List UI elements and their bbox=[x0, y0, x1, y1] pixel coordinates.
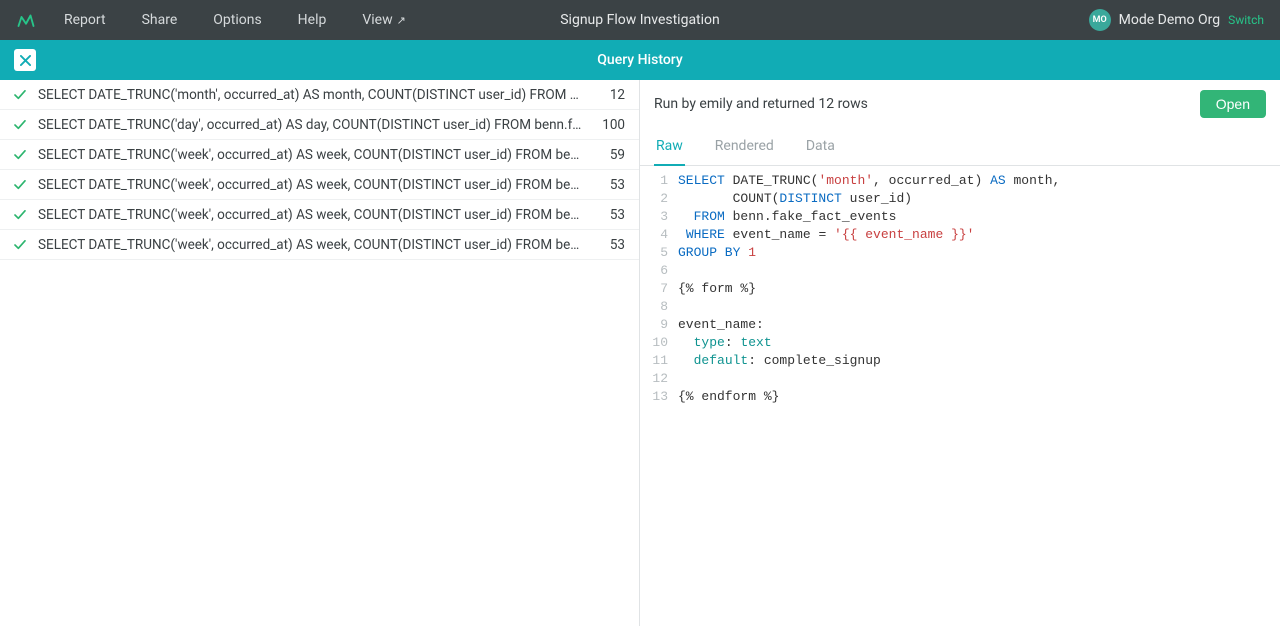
code-line: WHERE event_name = '{{ event_name }}' bbox=[678, 226, 1280, 244]
open-button[interactable]: Open bbox=[1200, 90, 1266, 118]
external-arrow-icon: ↗ bbox=[397, 14, 406, 27]
success-check-icon bbox=[14, 120, 28, 130]
main-area: SELECT DATE_TRUNC('month', occurred_at) … bbox=[0, 80, 1280, 626]
code-line: type: text bbox=[678, 334, 1280, 352]
code-line: default: complete_signup bbox=[678, 352, 1280, 370]
line-number: 7 bbox=[640, 280, 668, 298]
code-area: 12345678910111213 SELECT DATE_TRUNC('mon… bbox=[640, 166, 1280, 406]
code-line bbox=[678, 262, 1280, 280]
org-badge[interactable]: MO bbox=[1089, 9, 1111, 31]
success-check-icon bbox=[14, 150, 28, 160]
history-row-count: 12 bbox=[595, 87, 625, 103]
detail-tabs: Raw Rendered Data bbox=[640, 124, 1280, 166]
nav-options[interactable]: Options bbox=[213, 12, 261, 28]
org-name: Mode Demo Org bbox=[1119, 12, 1220, 28]
org-section: MO Mode Demo Org Switch bbox=[1089, 9, 1264, 31]
line-number: 2 bbox=[640, 190, 668, 208]
switch-link[interactable]: Switch bbox=[1228, 13, 1264, 27]
history-query-text: SELECT DATE_TRUNC('week', occurred_at) A… bbox=[38, 177, 585, 193]
line-number: 12 bbox=[640, 370, 668, 388]
close-button[interactable] bbox=[14, 49, 36, 71]
line-number: 9 bbox=[640, 316, 668, 334]
top-nav: Report Share Options Help View ↗ Signup … bbox=[0, 0, 1280, 40]
history-row[interactable]: SELECT DATE_TRUNC('week', occurred_at) A… bbox=[0, 170, 639, 200]
code-line: {% endform %} bbox=[678, 388, 1280, 406]
history-row[interactable]: SELECT DATE_TRUNC('month', occurred_at) … bbox=[0, 80, 639, 110]
code-line: GROUP BY 1 bbox=[678, 244, 1280, 262]
tab-data[interactable]: Data bbox=[804, 130, 837, 166]
subheader: Query History bbox=[0, 40, 1280, 80]
nav-report[interactable]: Report bbox=[64, 12, 106, 28]
subheader-title: Query History bbox=[597, 52, 682, 68]
history-query-text: SELECT DATE_TRUNC('month', occurred_at) … bbox=[38, 87, 585, 103]
history-list: SELECT DATE_TRUNC('month', occurred_at) … bbox=[0, 80, 640, 626]
history-row-count: 59 bbox=[595, 147, 625, 163]
nav-items: Report Share Options Help View ↗ bbox=[64, 12, 406, 28]
history-row-count: 100 bbox=[595, 117, 625, 133]
code-line bbox=[678, 298, 1280, 316]
history-row-count: 53 bbox=[595, 207, 625, 223]
line-number: 4 bbox=[640, 226, 668, 244]
line-number: 13 bbox=[640, 388, 668, 406]
logo-icon[interactable] bbox=[16, 10, 36, 30]
code-line: event_name: bbox=[678, 316, 1280, 334]
history-query-text: SELECT DATE_TRUNC('day', occurred_at) AS… bbox=[38, 117, 585, 133]
run-info: Run by emily and returned 12 rows bbox=[654, 96, 1200, 112]
history-query-text: SELECT DATE_TRUNC('week', occurred_at) A… bbox=[38, 207, 585, 223]
detail-header: Run by emily and returned 12 rows Open bbox=[640, 80, 1280, 124]
line-number: 3 bbox=[640, 208, 668, 226]
success-check-icon bbox=[14, 180, 28, 190]
nav-help[interactable]: Help bbox=[298, 12, 327, 28]
success-check-icon bbox=[14, 240, 28, 250]
history-row[interactable]: SELECT DATE_TRUNC('week', occurred_at) A… bbox=[0, 200, 639, 230]
code-line: COUNT(DISTINCT user_id) bbox=[678, 190, 1280, 208]
line-number: 5 bbox=[640, 244, 668, 262]
history-row-count: 53 bbox=[595, 237, 625, 253]
history-row[interactable]: SELECT DATE_TRUNC('week', occurred_at) A… bbox=[0, 140, 639, 170]
tab-rendered[interactable]: Rendered bbox=[713, 130, 776, 166]
line-number: 10 bbox=[640, 334, 668, 352]
line-number: 11 bbox=[640, 352, 668, 370]
code-lines: SELECT DATE_TRUNC('month', occurred_at) … bbox=[678, 172, 1280, 406]
code-gutter: 12345678910111213 bbox=[640, 172, 678, 406]
code-line: {% form %} bbox=[678, 280, 1280, 298]
history-query-text: SELECT DATE_TRUNC('week', occurred_at) A… bbox=[38, 237, 585, 253]
code-line: SELECT DATE_TRUNC('month', occurred_at) … bbox=[678, 172, 1280, 190]
close-icon bbox=[20, 55, 31, 66]
history-row[interactable]: SELECT DATE_TRUNC('day', occurred_at) AS… bbox=[0, 110, 639, 140]
line-number: 1 bbox=[640, 172, 668, 190]
success-check-icon bbox=[14, 210, 28, 220]
detail-panel: Run by emily and returned 12 rows Open R… bbox=[640, 80, 1280, 626]
history-query-text: SELECT DATE_TRUNC('week', occurred_at) A… bbox=[38, 147, 585, 163]
line-number: 6 bbox=[640, 262, 668, 280]
tab-raw[interactable]: Raw bbox=[654, 130, 685, 166]
nav-view-label: View bbox=[362, 12, 392, 28]
nav-view[interactable]: View ↗ bbox=[362, 12, 405, 28]
history-row-count: 53 bbox=[595, 177, 625, 193]
history-row[interactable]: SELECT DATE_TRUNC('week', occurred_at) A… bbox=[0, 230, 639, 260]
line-number: 8 bbox=[640, 298, 668, 316]
nav-share[interactable]: Share bbox=[142, 12, 178, 28]
success-check-icon bbox=[14, 90, 28, 100]
page-title: Signup Flow Investigation bbox=[560, 12, 720, 28]
code-line bbox=[678, 370, 1280, 388]
code-line: FROM benn.fake_fact_events bbox=[678, 208, 1280, 226]
